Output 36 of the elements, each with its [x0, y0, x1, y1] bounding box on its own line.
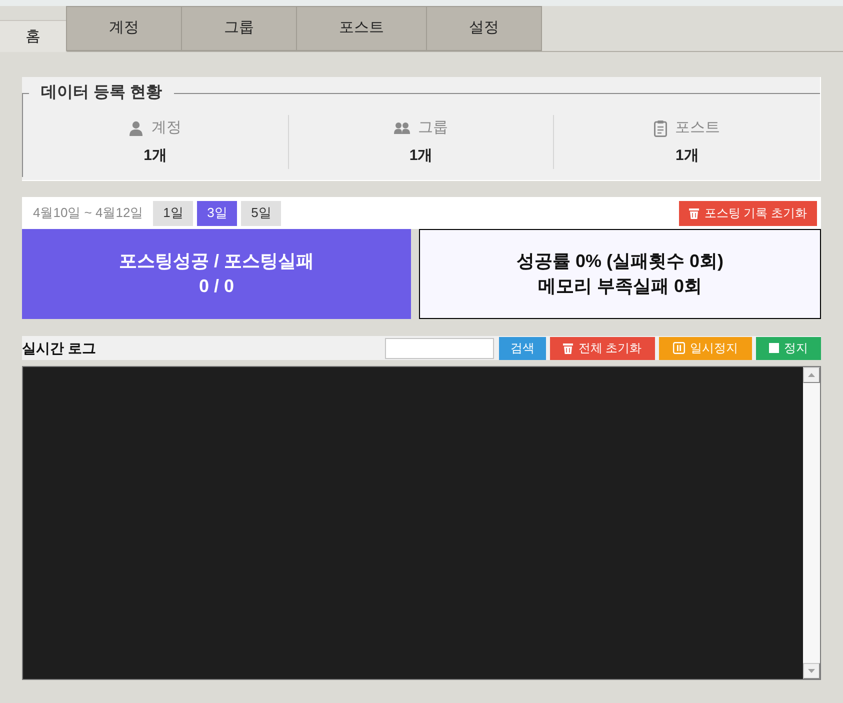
- rate-text: 성공률 0% (실패횟수 0회): [516, 250, 724, 273]
- result-value: 0 / 0: [198, 275, 234, 298]
- search-field[interactable]: [385, 338, 494, 358]
- tab[interactable]: 그룹: [181, 6, 297, 51]
- log-title: 실시간 로그: [22, 338, 96, 358]
- stat-label: 계정: [151, 118, 182, 138]
- down-arrow-icon: [808, 669, 815, 673]
- tab[interactable]: 포스트: [296, 6, 427, 51]
- stop-icon: [769, 343, 779, 353]
- stat-label: 그룹: [418, 118, 448, 138]
- pause-icon: [673, 342, 685, 354]
- tab[interactable]: 설정: [426, 6, 542, 51]
- period-button[interactable]: 1일: [153, 200, 194, 226]
- stat-count: 1개: [675, 146, 699, 166]
- period-button[interactable]: 5일: [241, 200, 282, 226]
- reset-history-button[interactable]: 포스팅 기록 초기화: [679, 200, 817, 226]
- trash-icon: [563, 342, 574, 354]
- stat-label: 포스트: [675, 118, 720, 138]
- users-icon: [394, 122, 410, 134]
- stat-count: 1개: [409, 146, 433, 166]
- tab[interactable]: 계정: [66, 6, 182, 51]
- section-title: 데이터 등록 현황: [41, 84, 162, 101]
- stat-count: 1개: [144, 146, 167, 166]
- up-arrow-icon: [808, 373, 815, 377]
- date-range: 4월10일 ~ 4월12일: [33, 204, 144, 222]
- user-icon: [129, 120, 144, 136]
- scrollbar[interactable]: [803, 367, 820, 679]
- scroll-down-button[interactable]: [803, 663, 820, 679]
- scroll-up-button[interactable]: [803, 367, 820, 383]
- rate-text: 메모리 부족실패 0회: [538, 275, 702, 298]
- tab[interactable]: 홈: [0, 20, 67, 52]
- clear-all-button[interactable]: 전체 초기화: [550, 336, 655, 360]
- clipboard-icon: [654, 120, 668, 137]
- result-title: 포스팅성공 / 포스팅실패: [118, 250, 314, 273]
- period-button[interactable]: 3일: [197, 200, 238, 226]
- trash-icon: [689, 208, 700, 218]
